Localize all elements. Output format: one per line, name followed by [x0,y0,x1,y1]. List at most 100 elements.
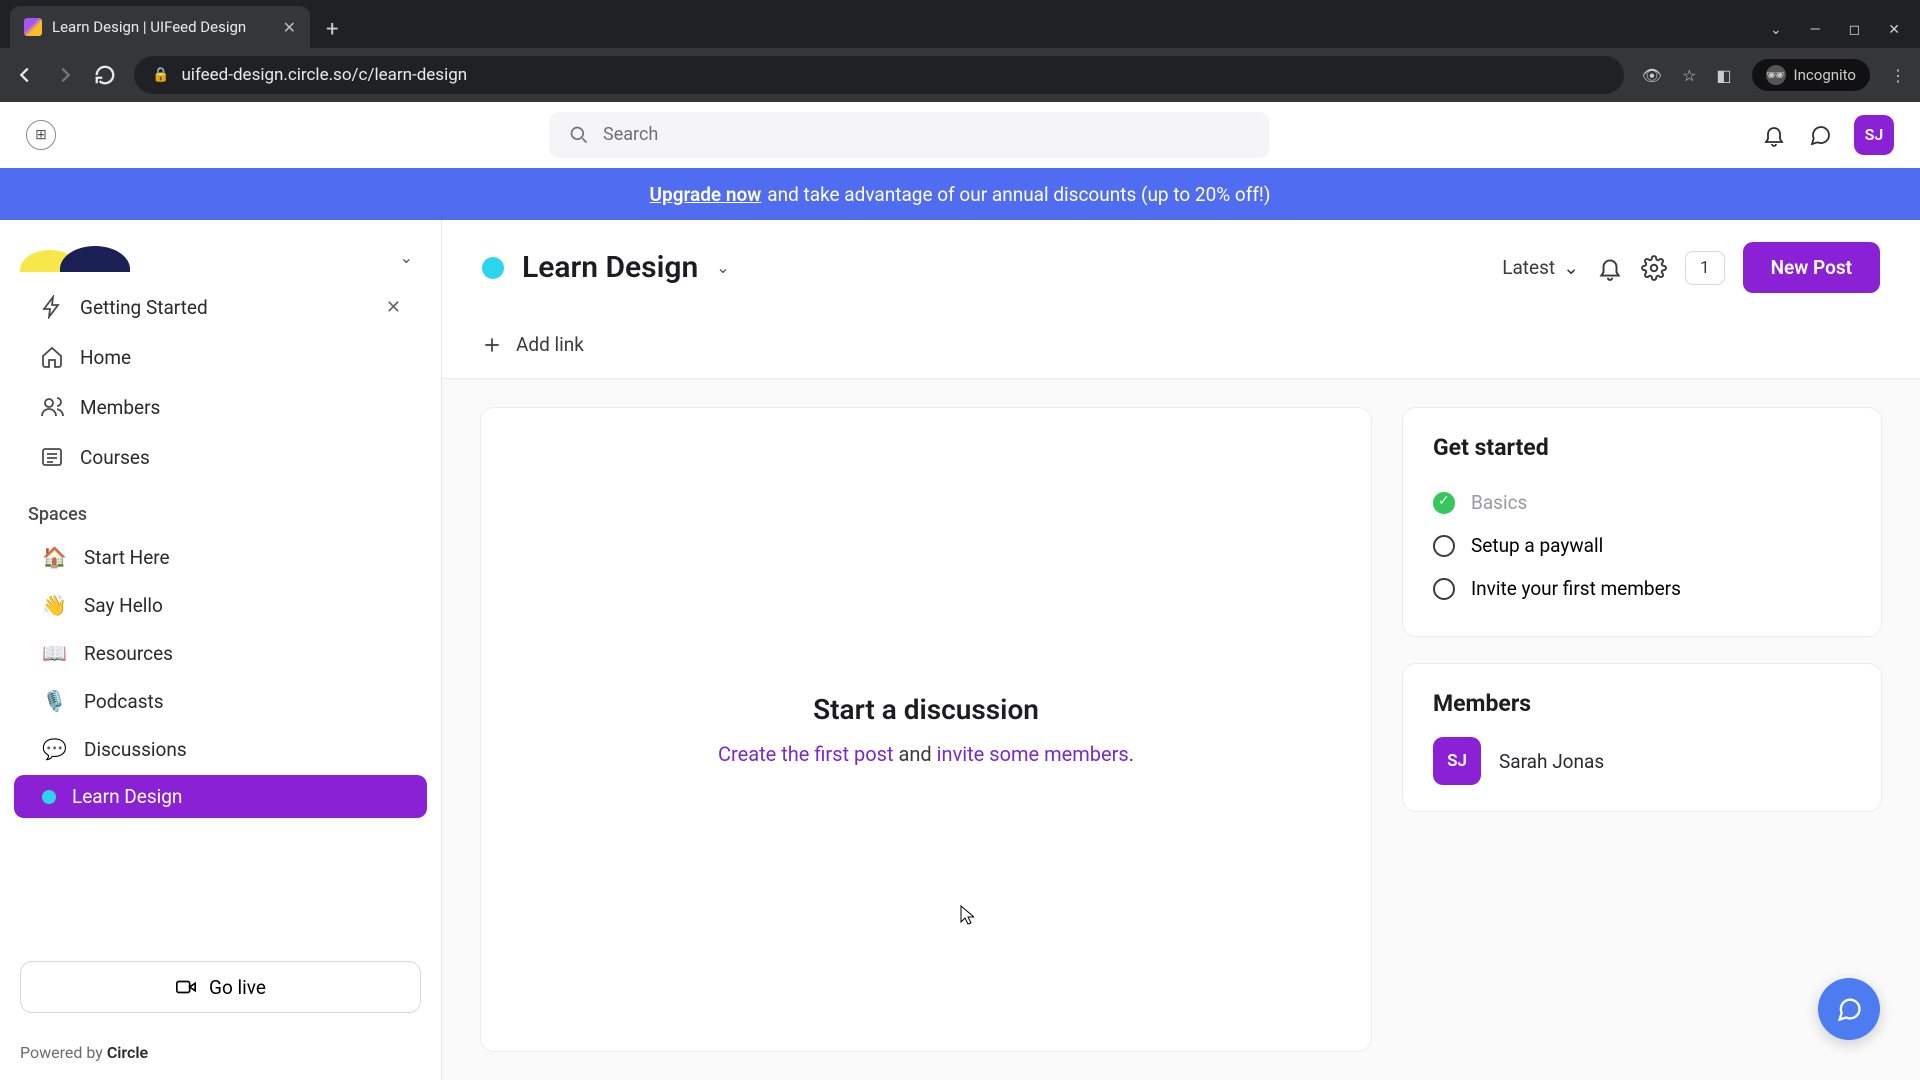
address-bar[interactable]: 🔒 uifeed-design.circle.so/c/learn-design [134,56,1624,94]
space-item-label: Say Hello [84,594,163,617]
invite-members-link[interactable]: invite some members [937,742,1129,766]
checklist-label: Setup a paywall [1471,534,1603,557]
member-name: Sarah Jonas [1499,750,1604,773]
browser-toolbar: 🔒 uifeed-design.circle.so/c/learn-design… [0,48,1920,102]
workspace-switcher[interactable]: ⌄ [0,220,441,282]
check-circle-done-icon [1433,492,1455,514]
window-minimize-icon[interactable]: — [1810,22,1821,38]
sidebar-item-label: Members [80,396,160,419]
tracking-icon[interactable]: 👁 [1642,66,1662,85]
new-tab-button[interactable]: + [310,17,354,48]
book-icon: 📖 [42,641,68,665]
chevron-down-icon[interactable]: ⌄ [716,258,729,277]
space-item-label: Podcasts [84,690,164,713]
back-button[interactable] [14,64,36,86]
bookmark-star-icon[interactable]: ☆ [1682,66,1696,85]
space-color-dot-icon [42,790,56,804]
forward-button[interactable] [54,64,76,86]
search-placeholder: Search [603,124,658,145]
checklist-item-basics[interactable]: Basics [1433,481,1851,524]
create-first-post-link[interactable]: Create the first post [718,742,894,766]
sort-dropdown[interactable]: Latest ⌄ [1502,256,1579,279]
courses-icon [40,445,64,469]
browser-tab-strip: Learn Design | UIFeed Design ✕ + ⌄ — ◻ ✕ [0,0,1920,48]
chevron-down-icon: ⌄ [1563,256,1579,279]
space-item-label: Discussions [84,738,187,761]
empty-state-title: Start a discussion [813,693,1039,726]
search-input[interactable]: Search [549,112,1269,158]
side-panel-icon[interactable]: ◧ [1716,66,1731,85]
favicon [24,18,42,36]
empty-state-card: Start a discussion Create the first post… [480,407,1372,1052]
member-avatar: SJ [1433,737,1481,785]
browser-tab[interactable]: Learn Design | UIFeed Design ✕ [10,6,310,48]
checklist-item-paywall[interactable]: Setup a paywall [1433,524,1851,567]
sidebar-item-members[interactable]: Members [12,384,429,430]
powered-prefix: Powered by [20,1043,107,1062]
dismiss-icon[interactable]: ✕ [386,297,401,318]
incognito-icon: 🕶 [1766,65,1786,85]
space-item-discussions[interactable]: 💬 Discussions [14,727,427,771]
window-maximize-icon[interactable]: ◻ [1849,22,1861,38]
powered-by: Powered by Circle [0,1029,441,1080]
chevron-down-icon[interactable]: ⌄ [1770,22,1782,38]
upgrade-link[interactable]: Upgrade now [650,183,762,206]
get-started-panel: Get started Basics Setup a paywall Invit… [1402,407,1882,637]
upgrade-banner: Upgrade now and take advantage of our an… [0,168,1920,220]
check-circle-icon [1433,535,1455,557]
video-icon [175,976,197,998]
powered-brand[interactable]: Circle [107,1043,148,1062]
new-post-label: New Post [1771,256,1852,279]
space-item-say-hello[interactable]: 👋 Say Hello [14,583,427,627]
help-chat-fab[interactable] [1818,978,1880,1040]
avatar-initials: SJ [1865,125,1884,144]
empty-state-subtitle: Create the first post and invite some me… [718,742,1134,766]
wave-icon: 👋 [42,593,68,617]
lightning-icon [40,295,64,319]
chevron-down-icon[interactable]: ⌄ [400,248,413,267]
kebab-menu-icon[interactable]: ⋮ [1890,66,1906,85]
space-item-label: Learn Design [72,785,182,808]
go-live-button[interactable]: Go live [20,961,421,1013]
space-item-resources[interactable]: 📖 Resources [14,631,427,675]
sidebar-item-home[interactable]: Home [12,334,429,380]
notifications-icon[interactable] [1762,123,1786,147]
members-icon [40,395,64,419]
member-count-badge[interactable]: 1 [1685,251,1725,285]
incognito-badge[interactable]: 🕶 Incognito [1752,59,1870,91]
user-avatar[interactable]: SJ [1854,115,1894,155]
tab-title: Learn Design | UIFeed Design [52,18,246,36]
mic-icon: 🎙️ [42,689,68,713]
sidebar-item-courses[interactable]: Courses [12,434,429,480]
space-item-learn-design[interactable]: Learn Design [14,775,427,818]
empty-mid-text: and [894,742,937,766]
sidebar-item-label: Getting Started [80,296,208,319]
house-icon: 🏠 [42,545,68,569]
check-circle-icon [1433,578,1455,600]
sidebar: ⌄ Getting Started ✕ Home Members Courses… [0,220,442,1080]
space-item-start-here[interactable]: 🏠 Start Here [14,535,427,579]
notifications-icon[interactable] [1597,255,1623,281]
new-post-button[interactable]: New Post [1743,242,1880,293]
window-close-icon[interactable]: ✕ [1888,22,1900,38]
reload-button[interactable] [94,64,116,86]
sidebar-item-getting-started[interactable]: Getting Started ✕ [12,284,429,330]
checklist-label: Invite your first members [1471,577,1681,600]
chat-bubble-icon [1835,995,1863,1023]
add-link-button[interactable]: Add link [442,315,1920,379]
space-header: Learn Design ⌄ Latest ⌄ 1 New Post [442,220,1920,315]
member-row[interactable]: SJ Sarah Jonas [1433,737,1851,785]
checklist-label: Basics [1471,491,1527,514]
empty-tail-text: . [1129,742,1134,766]
workspace-logo [20,242,150,272]
settings-gear-icon[interactable] [1641,255,1667,281]
space-color-dot-icon [482,257,504,279]
plus-icon [482,335,502,355]
get-started-title: Get started [1433,434,1851,461]
space-item-podcasts[interactable]: 🎙️ Podcasts [14,679,427,723]
messages-icon[interactable] [1808,123,1832,147]
incognito-label: Incognito [1794,66,1856,84]
checklist-item-invite[interactable]: Invite your first members [1433,567,1851,610]
close-tab-icon[interactable]: ✕ [283,18,296,37]
app-switcher-button[interactable]: ⊞ [26,120,56,150]
